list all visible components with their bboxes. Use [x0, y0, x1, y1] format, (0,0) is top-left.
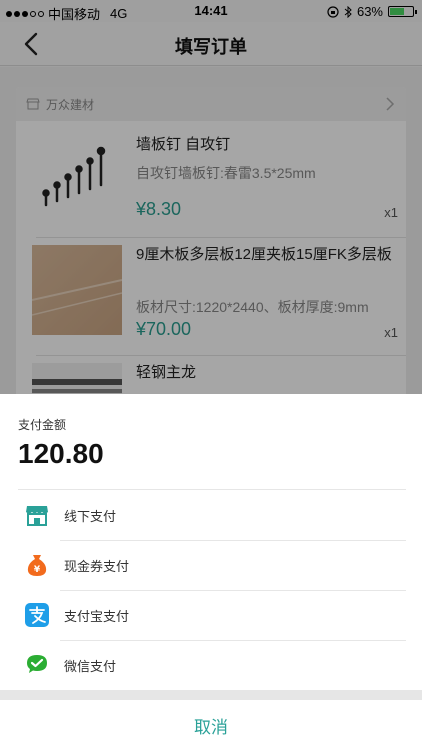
payment-method-alipay[interactable]: 支付宝支付	[18, 590, 406, 640]
store-icon	[26, 506, 48, 526]
payment-method-label: 现金券支付	[64, 558, 130, 574]
payment-method-voucher[interactable]: ¥ 现金券支付	[18, 540, 406, 590]
amount-value: 120.80	[18, 438, 104, 469]
payment-method-label: 线下支付	[64, 508, 117, 524]
alipay-icon	[25, 603, 49, 627]
svg-text:¥: ¥	[34, 565, 41, 575]
wechat-pay-icon	[27, 655, 47, 673]
payment-sheet: 支付金额 120.80 线下支付 ¥ 现金券支付 支付宝支付 微信支付 取消	[0, 394, 422, 750]
amount-label: 支付金额	[18, 418, 67, 432]
payment-method-wechat[interactable]: 微信支付	[18, 640, 406, 690]
payment-method-label: 支付宝支付	[64, 608, 130, 624]
money-bag-icon: ¥	[27, 555, 47, 576]
payment-method-label: 微信支付	[64, 658, 117, 674]
payment-method-offline[interactable]: 线下支付	[18, 490, 406, 540]
sheet-gap	[0, 690, 422, 700]
cancel-button[interactable]: 取消	[0, 700, 422, 750]
